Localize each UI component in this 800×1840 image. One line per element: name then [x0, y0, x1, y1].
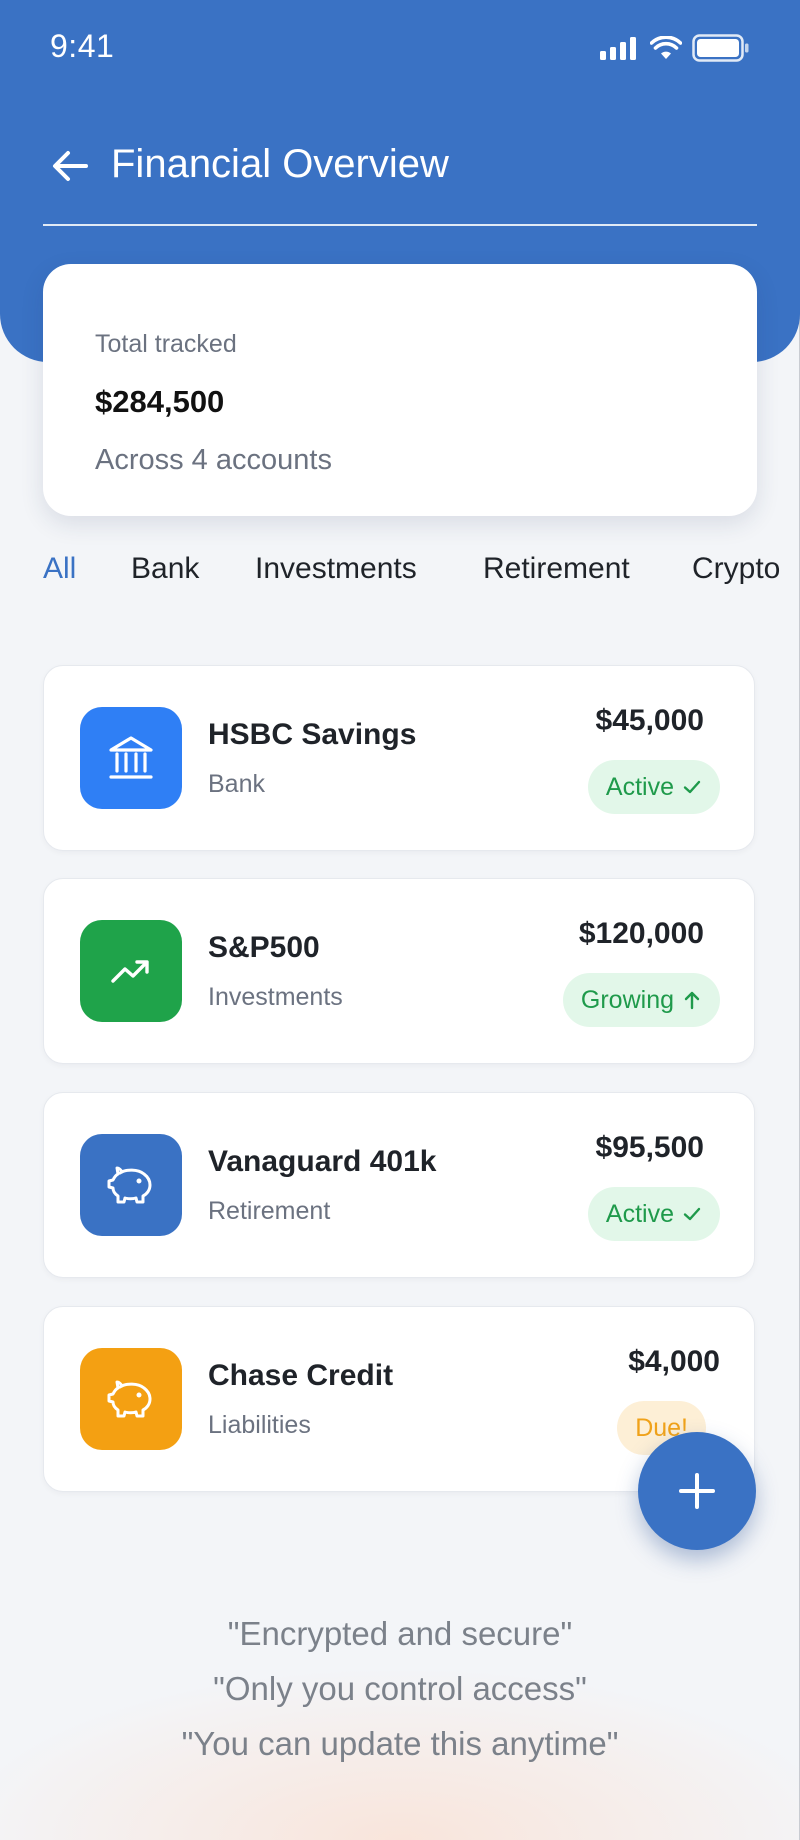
account-icon-tile	[80, 1134, 182, 1236]
status-icons	[600, 34, 750, 62]
check-icon	[683, 780, 701, 794]
add-account-button[interactable]	[638, 1432, 756, 1550]
battery-icon	[692, 34, 749, 62]
wifi-icon	[650, 36, 682, 59]
summary-amount: $284,500	[95, 384, 225, 419]
account-name: Chase Credit	[208, 1359, 394, 1392]
account-name: S&P500	[208, 931, 320, 964]
status-badge: Active	[587, 1187, 720, 1241]
tab-all[interactable]: All	[43, 552, 76, 586]
account-amount: $95,500	[595, 1131, 704, 1164]
category-tabs: All Bank Investments Retirement Crypto	[43, 552, 800, 596]
account-icon-tile	[80, 707, 182, 809]
piggy-bank-icon	[107, 1166, 152, 1204]
account-type: Bank	[208, 770, 265, 798]
summary-subtitle: Across 4 accounts	[95, 444, 332, 476]
account-card-vanaguard-401k[interactable]: Vanaguard 401k Retirement $95,500 Active	[43, 1092, 755, 1278]
back-button[interactable]	[44, 140, 96, 192]
reassurance-messages: "Encrypted and secure" "Only you control…	[0, 1606, 800, 1771]
status-badge-label: Active	[605, 772, 674, 801]
reassurance-message: "Encrypted and secure"	[227, 1615, 573, 1652]
status-badge: Active	[587, 760, 720, 814]
account-card-hsbc-savings[interactable]: HSBC Savings Bank $45,000 Active	[43, 665, 755, 851]
trending-up-icon	[111, 960, 149, 983]
account-name: Vanaguard 401k	[208, 1145, 437, 1178]
arrow-up-icon	[684, 991, 700, 1010]
page-title: Financial Overview	[111, 142, 449, 186]
account-name: HSBC Savings	[208, 718, 417, 751]
arrow-left-icon	[53, 151, 88, 181]
plus-icon	[679, 1473, 715, 1509]
account-amount: $120,000	[578, 917, 704, 950]
status-badge-label: Growing	[580, 985, 674, 1014]
account-type: Retirement	[208, 1197, 331, 1225]
header-divider	[43, 224, 757, 226]
summary-label: Total tracked	[95, 330, 237, 358]
status-badge: Growing	[562, 973, 720, 1027]
cellular-signal-icon	[600, 37, 636, 60]
tab-investments[interactable]: Investments	[255, 552, 417, 586]
reassurance-message: "Only you control access"	[213, 1670, 587, 1707]
account-type: Investments	[208, 983, 343, 1011]
bank-icon	[109, 736, 153, 779]
account-icon-tile	[80, 1348, 182, 1450]
total-summary-card: Total tracked $284,500 Across 4 accounts	[43, 264, 757, 516]
status-bar: 9:41	[0, 0, 800, 96]
status-time: 9:41	[50, 28, 115, 64]
reassurance-message: "You can update this anytime"	[181, 1725, 619, 1762]
check-icon	[683, 1207, 701, 1221]
account-type: Liabilities	[208, 1411, 311, 1439]
tab-crypto[interactable]: Crypto	[692, 552, 780, 586]
account-icon-tile	[80, 920, 182, 1022]
account-card-sp500[interactable]: S&P500 Investments $120,000 Growing	[43, 878, 755, 1064]
account-amount: $45,000	[595, 704, 704, 737]
piggy-bank-icon	[107, 1380, 152, 1418]
tab-bank[interactable]: Bank	[131, 552, 199, 586]
status-badge-label: Active	[605, 1199, 674, 1228]
account-amount: $4,000	[628, 1345, 720, 1378]
tab-retirement[interactable]: Retirement	[483, 552, 630, 586]
